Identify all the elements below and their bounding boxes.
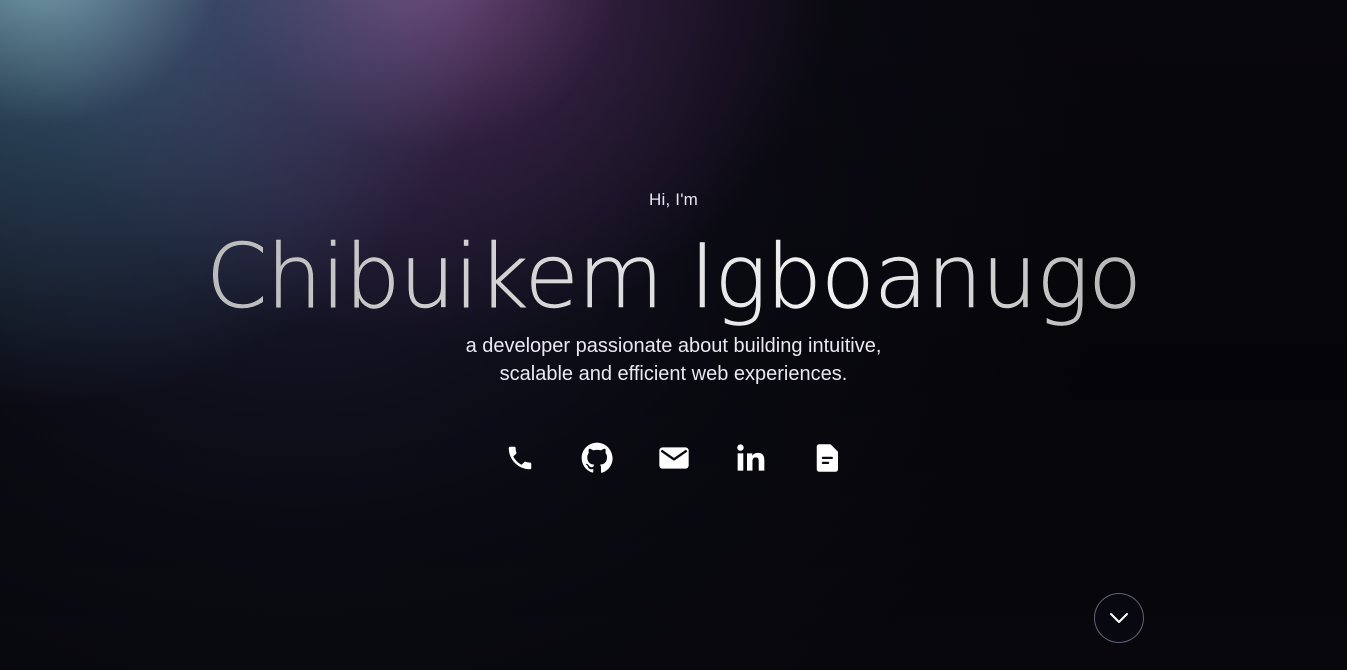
github-link[interactable] [581,440,613,476]
scroll-down-button[interactable] [1094,593,1144,643]
phone-icon [508,446,531,470]
github-icon [581,442,613,473]
document-icon [816,444,838,472]
chevron-down-icon [1110,613,1128,623]
tagline-line-1: a developer passionate about building in… [465,335,882,357]
mail-icon [658,447,689,469]
hero-name-heading: Chibuikem Igboanugo [0,222,1347,332]
tagline: a developer passionate about building in… [0,332,1347,388]
social-links [0,440,1347,476]
resume-link[interactable] [812,440,844,476]
linkedin-link[interactable] [735,440,767,476]
email-link[interactable] [658,440,690,476]
greeting-text: Hi, I'm [648,190,699,209]
tagline-line-2: scalable and efficient web experiences. [499,363,848,385]
linkedin-icon [736,444,764,471]
hero-section: Hi, I'm Chibuikem Igboanugo a developer … [0,0,1347,670]
phone-link[interactable] [504,440,536,476]
